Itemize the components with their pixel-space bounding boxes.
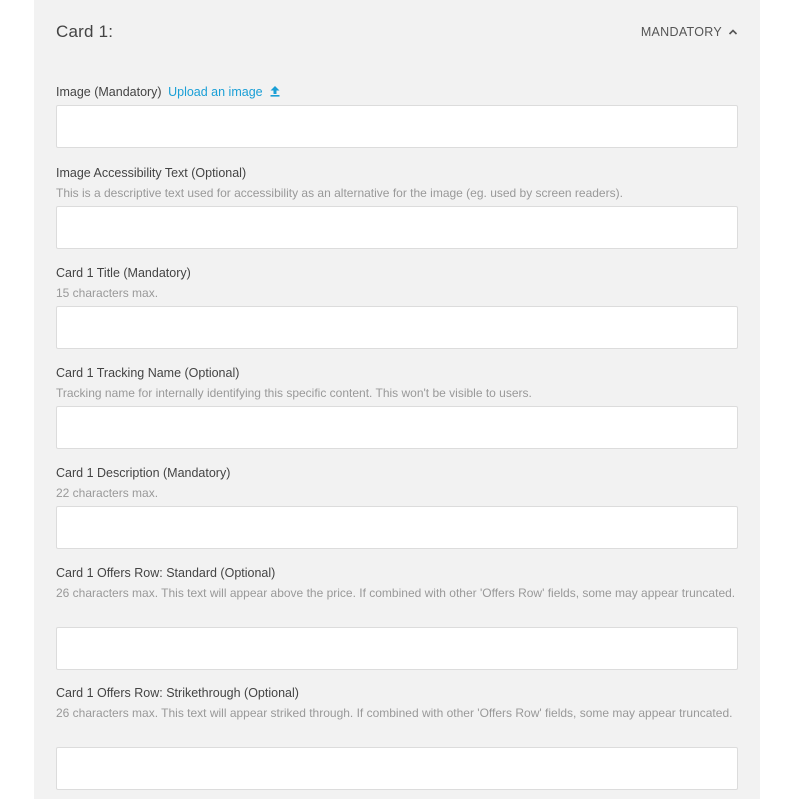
alt-text-input[interactable] [56,206,738,249]
alt-text-field: Image Accessibility Text (Optional) This… [56,165,738,203]
title-input[interactable] [56,306,738,349]
offers-standard-field: Card 1 Offers Row: Standard (Optional) 2… [56,565,738,603]
description-help: 22 characters max. [56,486,159,500]
upload-image-link[interactable]: Upload an image [168,85,281,99]
card-header: Card 1: MANDATORY [56,22,738,46]
card-panel: Card 1: MANDATORY Image (Mandatory) Uplo… [34,0,760,799]
offers-standard-input[interactable] [56,627,738,670]
description-field: Card 1 Description (Mandatory) 22 charac… [56,465,738,503]
image-field: Image (Mandatory) Upload an image [56,84,738,100]
upload-icon [270,86,280,97]
collapse-toggle-label: MANDATORY [640,25,722,39]
offers-strike-input[interactable] [56,747,738,790]
offers-standard-label: Card 1 Offers Row: Standard (Optional) [56,566,276,580]
tracking-label: Card 1 Tracking Name (Optional) [56,366,240,380]
alt-text-label: Image Accessibility Text (Optional) [56,166,247,180]
title-field: Card 1 Title (Mandatory) 15 characters m… [56,265,738,303]
description-label: Card 1 Description (Mandatory) [56,466,231,480]
chevron-up-icon [728,29,738,35]
card-title: Card 1: [56,22,114,41]
offers-strike-help: 26 characters max. This text will appear… [56,706,733,720]
tracking-field: Card 1 Tracking Name (Optional) Tracking… [56,365,738,403]
upload-image-link-text: Upload an image [168,85,263,99]
title-label: Card 1 Title (Mandatory) [56,266,191,280]
tracking-input[interactable] [56,406,738,449]
alt-text-help: This is a descriptive text used for acce… [56,186,623,200]
tracking-help: Tracking name for internally identifying… [56,386,532,400]
offers-strike-label: Card 1 Offers Row: Strikethrough (Option… [56,686,299,700]
offers-strike-field: Card 1 Offers Row: Strikethrough (Option… [56,685,738,723]
offers-standard-help: 26 characters max. This text will appear… [56,586,736,600]
image-input[interactable] [56,105,738,148]
collapse-toggle[interactable]: MANDATORY [641,25,738,39]
image-field-label: Image (Mandatory) [56,85,162,99]
title-help: 15 characters max. [56,286,159,300]
description-input[interactable] [56,506,738,549]
